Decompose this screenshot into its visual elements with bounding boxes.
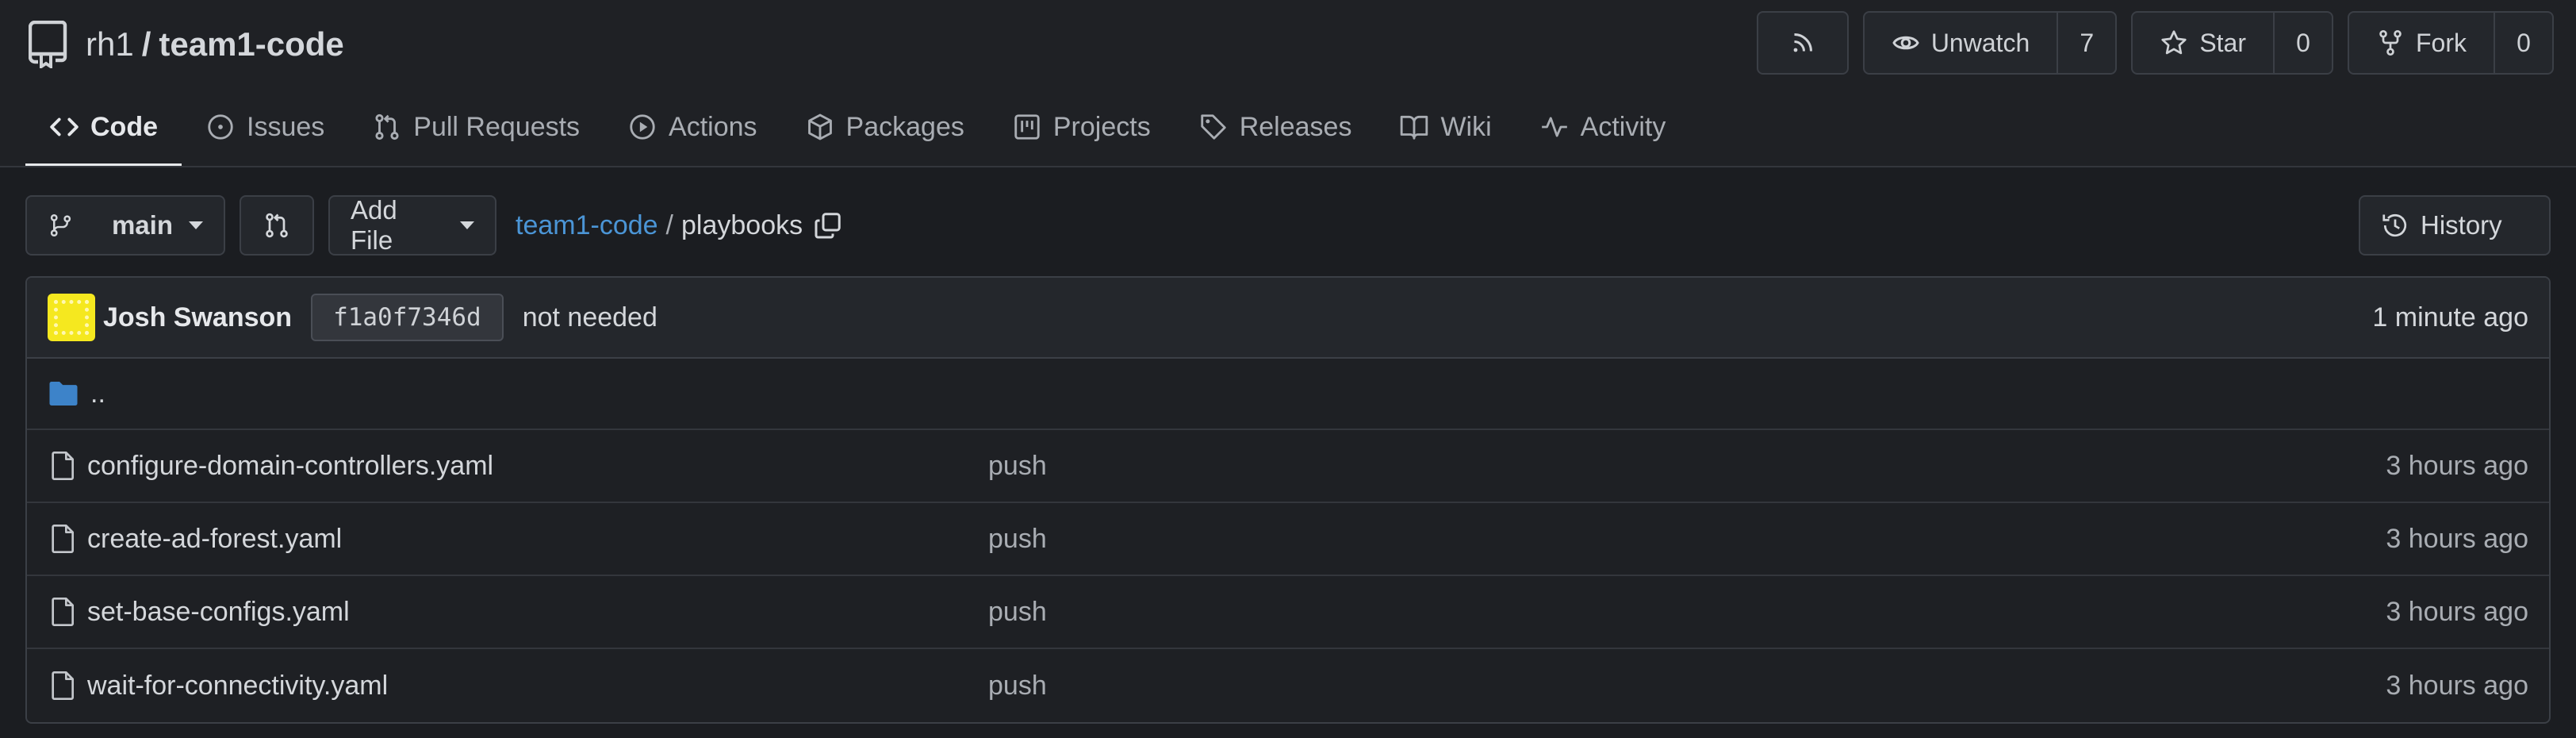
tab-code[interactable]: Code (25, 87, 182, 167)
rss-icon (1793, 33, 1812, 52)
tab-actions-label: Actions (669, 111, 757, 142)
tab-actions[interactable]: Actions (604, 87, 781, 167)
forks-count[interactable]: 0 (2494, 13, 2552, 73)
tab-issues[interactable]: Issues (182, 87, 348, 167)
file-icon (52, 671, 74, 700)
issue-icon (208, 114, 233, 140)
table-row[interactable]: set-base-configs.yaml push 3 hours ago (27, 576, 2549, 649)
file-commit-message[interactable]: push (988, 671, 1047, 701)
commit-author-link[interactable]: Josh Swanson (103, 302, 292, 333)
pull-request-icon (375, 113, 399, 140)
tab-pull-requests-label: Pull Requests (413, 111, 581, 142)
table-row[interactable]: configure-domain-controllers.yaml push 3… (27, 430, 2549, 503)
commit-sha-button[interactable]: f1a0f7346d (311, 294, 504, 341)
repo-icon (29, 21, 67, 68)
copy-icon[interactable] (814, 211, 842, 240)
unwatch-button[interactable]: Unwatch 7 (1862, 11, 2118, 75)
commit-message-link[interactable]: not needed (523, 302, 657, 333)
branch-name: main (111, 210, 173, 240)
add-file-dropdown[interactable]: Add File (328, 195, 496, 256)
file-icon (52, 525, 74, 553)
latest-commit-row: Josh Swanson f1a0f7346d not needed 1 min… (27, 278, 2549, 359)
history-icon (2382, 213, 2407, 237)
file-name-link[interactable]: wait-for-connectivity.yaml (87, 671, 388, 701)
watchers-count[interactable]: 7 (2057, 13, 2115, 73)
parent-directory-row[interactable]: .. (27, 359, 2549, 430)
file-name-link[interactable]: configure-domain-controllers.yaml (87, 451, 493, 482)
file-icon (52, 452, 74, 480)
pulse-icon (1541, 117, 1567, 137)
header-divider (0, 166, 2576, 167)
repo-title-separator: / (141, 25, 151, 63)
tab-activity-label: Activity (1580, 111, 1666, 142)
chevron-down-icon (460, 221, 474, 229)
stars-count[interactable]: 0 (2273, 13, 2332, 73)
tab-packages-label: Packages (845, 111, 964, 142)
tab-wiki[interactable]: Wiki (1375, 87, 1515, 167)
compare-button[interactable] (240, 195, 314, 256)
repo-owner-link[interactable]: rh1 (86, 25, 134, 63)
breadcrumb: team1-code / playbooks (516, 195, 842, 256)
repo-header: rh1 / team1-code Unwatch 7 Star 0 Fork 0… (0, 0, 2576, 167)
tab-releases[interactable]: Releases (1175, 87, 1376, 167)
compare-icon (266, 213, 288, 238)
tab-issues-label: Issues (247, 111, 325, 142)
star-label: Star (2199, 28, 2246, 57)
file-commit-time: 3 hours ago (2386, 596, 2528, 627)
file-commit-message[interactable]: push (988, 524, 1047, 555)
code-icon (50, 117, 79, 136)
star-button[interactable]: Star 0 (2131, 11, 2333, 75)
rss-feed-button[interactable] (1756, 11, 1849, 75)
branch-icon (50, 213, 71, 237)
file-list: Josh Swanson f1a0f7346d not needed 1 min… (25, 276, 2551, 724)
parent-directory-link[interactable]: .. (90, 379, 105, 409)
file-commit-time: 3 hours ago (2386, 523, 2528, 554)
avatar[interactable] (48, 294, 95, 341)
file-toolbar: main Add File team1-code / playbooks His… (25, 195, 2551, 256)
commit-time: 1 minute ago (2372, 302, 2528, 332)
history-button[interactable]: History (2359, 195, 2551, 256)
fork-label: Fork (2416, 28, 2467, 57)
chevron-down-icon (189, 221, 203, 229)
book-icon (1401, 115, 1428, 140)
tab-pull-requests[interactable]: Pull Requests (348, 87, 604, 167)
tab-code-label: Code (90, 111, 158, 142)
repo-name-link[interactable]: team1-code (159, 25, 343, 63)
repo-title: rh1 / team1-code (29, 16, 344, 73)
tag-icon (1201, 114, 1226, 140)
package-icon (807, 113, 832, 140)
add-file-label: Add File (351, 195, 397, 255)
file-commit-time: 3 hours ago (2386, 450, 2528, 481)
file-commit-message[interactable]: push (988, 451, 1047, 482)
fork-button[interactable]: Fork 0 (2348, 11, 2554, 75)
file-name-link[interactable]: create-ad-forest.yaml (87, 524, 342, 555)
star-icon (2161, 30, 2187, 55)
eye-icon (1892, 36, 1919, 50)
file-icon (52, 598, 74, 626)
tab-projects[interactable]: Projects (988, 87, 1175, 167)
branch-selector[interactable]: main (25, 195, 225, 256)
folder-icon (49, 382, 78, 406)
fork-icon (2379, 29, 2402, 56)
table-row[interactable]: wait-for-connectivity.yaml push 3 hours … (27, 649, 2549, 722)
file-commit-time: 3 hours ago (2386, 670, 2528, 701)
breadcrumb-separator: / (665, 209, 673, 240)
tab-wiki-label: Wiki (1440, 111, 1492, 142)
header-actions: Unwatch 7 Star 0 Fork 0 (1756, 11, 2554, 75)
breadcrumb-current: playbooks (681, 209, 803, 240)
file-commit-message[interactable]: push (988, 597, 1047, 628)
tab-packages[interactable]: Packages (781, 87, 988, 167)
play-icon (630, 114, 655, 140)
history-label: History (2421, 210, 2502, 240)
project-icon (1014, 114, 1040, 140)
breadcrumb-repo-link[interactable]: team1-code (516, 210, 658, 241)
tab-activity[interactable]: Activity (1516, 87, 1690, 167)
tab-projects-label: Projects (1052, 111, 1151, 142)
repo-tabs: Code Issues Pull Requests Actions Packag… (25, 87, 1689, 167)
tab-releases-label: Releases (1239, 111, 1352, 142)
table-row[interactable]: create-ad-forest.yaml push 3 hours ago (27, 503, 2549, 576)
file-name-link[interactable]: set-base-configs.yaml (87, 597, 350, 628)
unwatch-label: Unwatch (1930, 28, 2030, 57)
